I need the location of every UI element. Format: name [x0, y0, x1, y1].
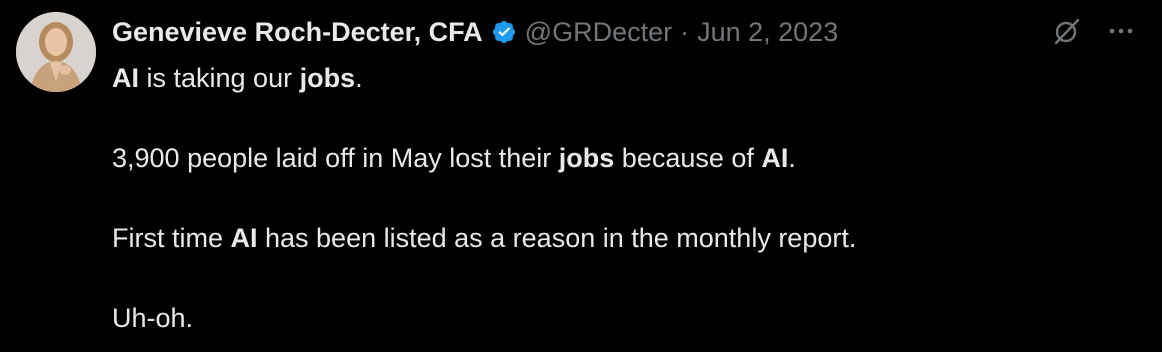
- more-options-icon[interactable]: [1106, 16, 1136, 46]
- text-segment: .: [355, 63, 363, 93]
- tweet-paragraph: 3,900 people laid off in May lost their …: [112, 138, 1132, 178]
- verified-badge-icon: [491, 19, 517, 45]
- hashtag-jobs[interactable]: jobs: [300, 63, 356, 93]
- hashtag-ai[interactable]: AI: [112, 63, 139, 93]
- hashtag-jobs[interactable]: jobs: [559, 143, 615, 173]
- text-segment: has been listed as a reason in the month…: [257, 223, 857, 253]
- text-segment: First time: [112, 223, 231, 253]
- tweet-header: Genevieve Roch-Decter, CFA @GRDecter · J…: [112, 14, 838, 50]
- tweet-date[interactable]: Jun 2, 2023: [697, 17, 838, 48]
- text-segment: because of: [614, 143, 762, 173]
- tweet-paragraph: AI is taking our jobs.: [112, 58, 1132, 98]
- tweet-paragraph: First time AI has been listed as a reaso…: [112, 218, 1132, 258]
- tweet: Genevieve Roch-Decter, CFA @GRDecter · J…: [0, 0, 1162, 352]
- avatar-image: [16, 12, 96, 92]
- tweet-text: AI is taking our jobs. 3,900 people laid…: [112, 58, 1132, 338]
- tweet-paragraph: Uh-oh.: [112, 298, 1132, 338]
- tweet-actions: [1052, 16, 1136, 46]
- text-segment: .: [788, 143, 796, 173]
- text-segment: Uh-oh.: [112, 303, 194, 333]
- author-handle[interactable]: @GRDecter: [525, 17, 672, 48]
- hashtag-ai[interactable]: AI: [761, 143, 788, 173]
- separator-dot: ·: [680, 16, 690, 47]
- author-display-name[interactable]: Genevieve Roch-Decter, CFA: [112, 17, 483, 48]
- hashtag-ai[interactable]: AI: [231, 223, 258, 253]
- grok-icon[interactable]: [1052, 16, 1082, 46]
- avatar[interactable]: [16, 12, 96, 92]
- text-segment: is taking our: [139, 63, 300, 93]
- text-segment: 3,900 people laid off in May lost their: [112, 143, 559, 173]
